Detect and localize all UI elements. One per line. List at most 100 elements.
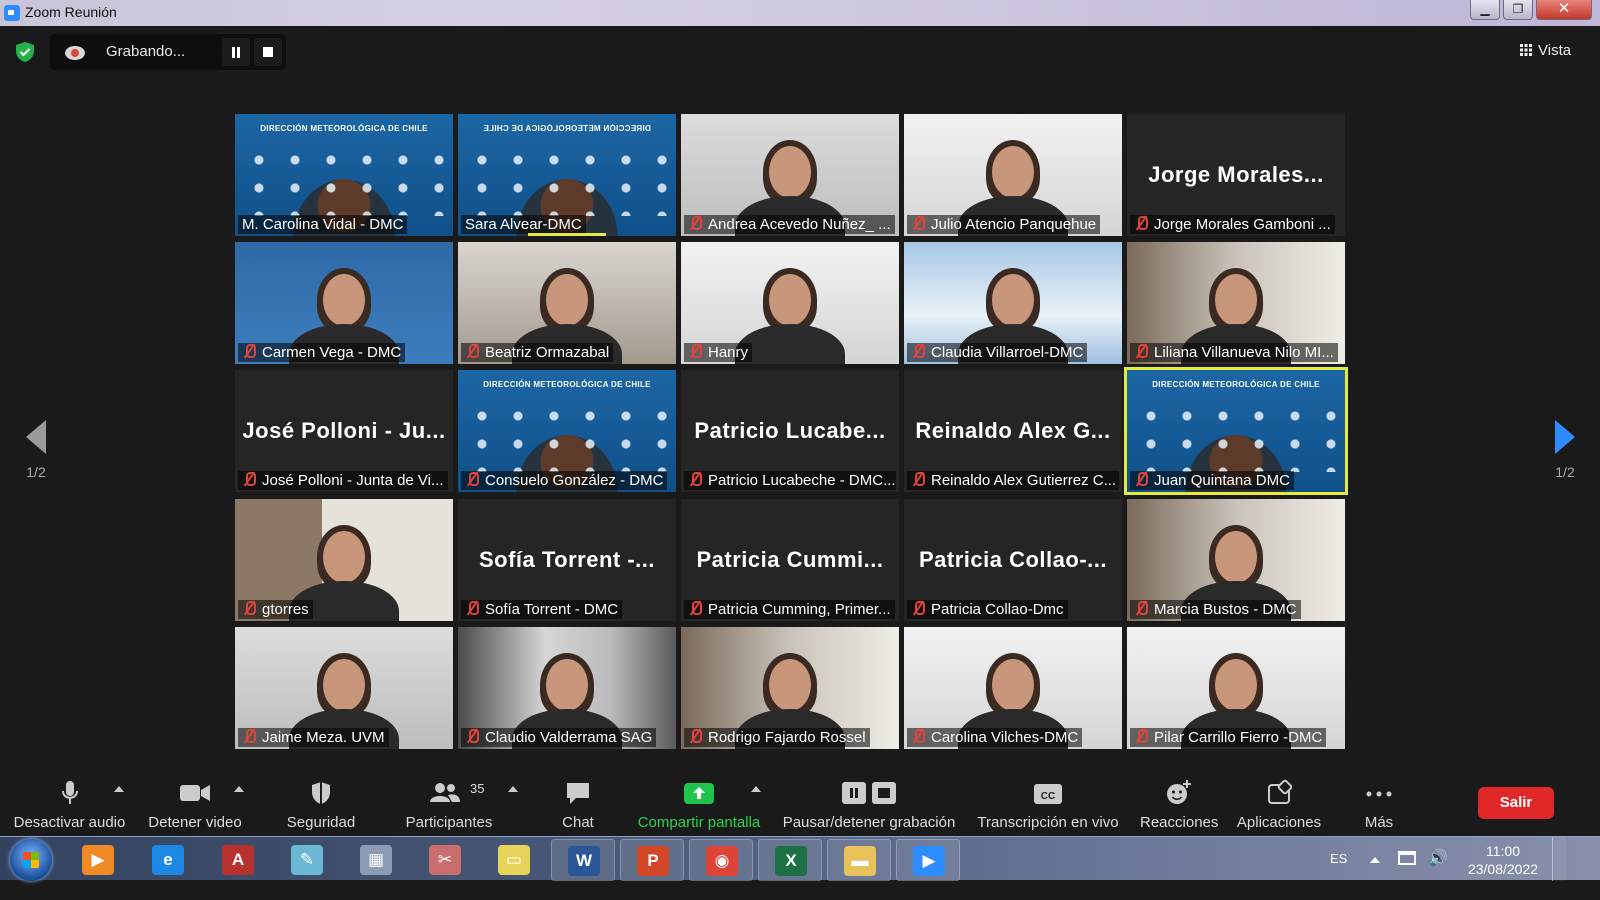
- explorer-icon: ▬: [844, 846, 876, 876]
- participant-tile[interactable]: DIRECCIÓN METEOROLÓGICA DE CHILE M. Carol…: [235, 114, 453, 236]
- taskbar-app-button[interactable]: X: [758, 839, 822, 881]
- show-hidden-icons-icon[interactable]: [1370, 857, 1380, 863]
- participant-tile[interactable]: José Polloni - Ju... José Polloni - Junta…: [235, 370, 453, 492]
- participant-name: Andrea Acevedo Nuñez_ ...: [708, 216, 891, 233]
- participant-name: Rodrigo Fajardo Rossel: [708, 729, 866, 746]
- participant-tile[interactable]: DIRECCIÓN METEOROLÓGICA DE CHILE Sara Alv…: [458, 114, 676, 236]
- recording-label: Grabando...: [106, 43, 186, 60]
- participant-tile[interactable]: Sofía Torrent -... Sofía Torrent - DMC: [458, 499, 676, 621]
- meeting-controls-bar: Desactivar audio Detener video Seguridad…: [0, 770, 1600, 836]
- participants-label: Participantes: [405, 814, 493, 831]
- participant-name: Hanry: [708, 344, 749, 361]
- volume-icon[interactable]: 🔊: [1428, 851, 1448, 867]
- network-icon[interactable]: [1398, 851, 1416, 865]
- participant-tile[interactable]: gtorres: [235, 499, 453, 621]
- taskbar-app-button[interactable]: ✂: [413, 839, 477, 881]
- participant-tile[interactable]: Claudia Villarroel-DMC: [904, 242, 1122, 364]
- participant-display-name: José Polloni - Ju...: [242, 418, 446, 443]
- muted-microphone-icon: [465, 601, 479, 616]
- apps-button[interactable]: Aplicaciones: [1236, 778, 1322, 831]
- participant-tile[interactable]: Reinaldo Alex G... Reinaldo Alex Gutierre…: [904, 370, 1122, 492]
- participant-tile[interactable]: Rodrigo Fajardo Rossel: [681, 627, 899, 749]
- share-screen-button[interactable]: Compartir pantalla: [636, 778, 762, 831]
- security-label: Seguridad: [286, 814, 356, 831]
- participant-display-name: Sofía Torrent -...: [478, 547, 656, 572]
- virtual-background-header: DIRECCIÓN METEOROLÓGICA DE CHILE: [483, 124, 651, 133]
- taskbar-app-button[interactable]: ▶: [66, 839, 130, 881]
- taskbar-app-button[interactable]: ▶: [896, 839, 960, 881]
- participant-tile[interactable]: Jorge Morales... Jorge Morales Gamboni ..…: [1127, 114, 1345, 236]
- participant-tile[interactable]: Beatriz Ormazabal: [458, 242, 676, 364]
- stop-video-button[interactable]: Detener video: [145, 778, 245, 831]
- muted-microphone-icon: [242, 472, 256, 487]
- participant-tile[interactable]: DIRECCIÓN METEOROLÓGICA DE CHILE Consuelo…: [458, 370, 676, 492]
- participant-tile[interactable]: Marcia Bustos - DMC: [1127, 499, 1345, 621]
- video-camera-icon: [179, 778, 211, 808]
- muted-microphone-icon: [688, 601, 702, 616]
- muted-microphone-icon: [911, 472, 925, 487]
- chat-bubble-icon: [564, 778, 592, 808]
- participant-name: gtorres: [262, 601, 309, 618]
- audio-options-caret[interactable]: [114, 786, 124, 792]
- participant-name-label: Andrea Acevedo Nuñez_ ...: [684, 215, 895, 234]
- taskbar-app-button[interactable]: P: [620, 839, 684, 881]
- chat-button[interactable]: Chat: [550, 778, 606, 831]
- security-shield-icon[interactable]: [14, 41, 36, 63]
- live-transcription-button[interactable]: CC Transcripción en vivo: [976, 778, 1120, 831]
- participant-name: José Polloni - Junta de Vi...: [262, 472, 444, 489]
- pause-recording-button[interactable]: [222, 38, 250, 66]
- participant-tile[interactable]: Patricia Cummi... Patricia Cumming, Prime…: [681, 499, 899, 621]
- participant-tile[interactable]: Carmen Vega - DMC: [235, 242, 453, 364]
- participant-tile[interactable]: Andrea Acevedo Nuñez_ ...: [681, 114, 899, 236]
- video-options-caret[interactable]: [234, 786, 244, 792]
- participant-tile[interactable]: Carolina Vilches-DMC: [904, 627, 1122, 749]
- security-button[interactable]: Seguridad: [280, 778, 362, 831]
- participant-name-label: gtorres: [238, 600, 313, 619]
- participant-tile[interactable]: Julio Atencio Panquehue: [904, 114, 1122, 236]
- taskbar-app-button[interactable]: ▦: [344, 839, 408, 881]
- taskbar-app-button[interactable]: W: [551, 839, 615, 881]
- participant-name-label: Rodrigo Fajardo Rossel: [684, 728, 870, 747]
- participant-name-label: José Polloni - Junta de Vi...: [238, 471, 448, 490]
- participant-tile[interactable]: DIRECCIÓN METEOROLÓGICA DE CHILE Juan Qui…: [1124, 367, 1348, 495]
- taskbar-app-button[interactable]: ▭: [482, 839, 546, 881]
- taskbar-app-button[interactable]: ✎: [275, 839, 339, 881]
- previous-page-button[interactable]: 1/2: [16, 420, 56, 480]
- recording-status-bar: Grabando...: [50, 34, 286, 70]
- participant-tile[interactable]: Claudio Valderrama SAG: [458, 627, 676, 749]
- excel-icon: X: [775, 846, 807, 876]
- participant-tile[interactable]: Patricia Collao-... Patricia Collao-Dmc: [904, 499, 1122, 621]
- participant-tile[interactable]: Liliana Villanueva Nilo MI...: [1127, 242, 1345, 364]
- participant-tile[interactable]: Hanry: [681, 242, 899, 364]
- calculator-icon: ▦: [360, 845, 392, 875]
- participant-name-label: Pilar Carrillo Fierro -DMC: [1130, 728, 1327, 747]
- pause-stop-recording-button[interactable]: Pausar/detener grabación: [782, 778, 956, 831]
- participant-tile[interactable]: Jaime Meza. UVM: [235, 627, 453, 749]
- show-desktop-button[interactable]: [1552, 837, 1566, 881]
- minimize-button[interactable]: ▁: [1470, 0, 1500, 20]
- reactions-button[interactable]: Reacciones: [1140, 778, 1218, 831]
- view-button[interactable]: Vista: [1520, 42, 1571, 59]
- pause-stop-icon: [841, 778, 897, 808]
- clock-time: 11:00: [1486, 843, 1520, 859]
- participant-tile[interactable]: Patricio Lucabe... Patricio Lucabeche - D…: [681, 370, 899, 492]
- taskbar-app-button[interactable]: ▬: [827, 839, 891, 881]
- maximize-button[interactable]: ❐: [1503, 0, 1533, 20]
- more-button[interactable]: Más: [1356, 778, 1402, 831]
- share-options-caret[interactable]: [751, 786, 761, 792]
- stop-recording-button[interactable]: [254, 38, 282, 66]
- language-indicator[interactable]: ES: [1330, 851, 1347, 866]
- start-button[interactable]: [10, 839, 52, 881]
- close-button[interactable]: ✕: [1536, 0, 1592, 20]
- participant-tile[interactable]: Pilar Carrillo Fierro -DMC: [1127, 627, 1345, 749]
- leave-meeting-button[interactable]: Salir: [1478, 787, 1554, 819]
- more-label: Más: [1364, 814, 1394, 831]
- participants-options-caret[interactable]: [508, 786, 518, 792]
- taskbar-app-button[interactable]: e: [136, 839, 200, 881]
- participant-name: Sara Alvear-DMC: [465, 216, 582, 233]
- taskbar-app-button[interactable]: ◉: [689, 839, 753, 881]
- next-page-button[interactable]: 1/2: [1545, 420, 1585, 480]
- taskbar-app-button[interactable]: A: [206, 839, 270, 881]
- system-clock[interactable]: 11:00 23/08/2022: [1458, 842, 1548, 878]
- mute-audio-button[interactable]: Desactivar audio: [12, 778, 127, 831]
